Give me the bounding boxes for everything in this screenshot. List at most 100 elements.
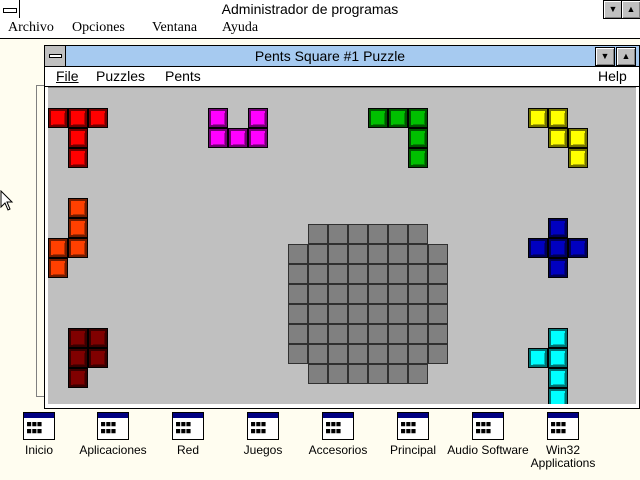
board-square[interactable] [288, 324, 308, 344]
puzzle-area[interactable] [48, 87, 636, 404]
maximize-button[interactable]: ▲ [616, 47, 636, 66]
menu-ayuda[interactable]: Ayuda [222, 20, 258, 36]
menu-file[interactable]: File [56, 68, 79, 84]
board-square[interactable] [388, 324, 408, 344]
board-square[interactable] [388, 344, 408, 364]
piece-orange-cell[interactable] [48, 238, 68, 258]
board-square[interactable] [408, 344, 428, 364]
board-square[interactable] [348, 324, 368, 344]
piece-orange-cell[interactable] [68, 198, 88, 218]
piece-cyan-cell[interactable] [548, 348, 568, 368]
board-square[interactable] [308, 224, 328, 244]
system-menu-icon[interactable] [0, 0, 20, 18]
piece-yellow-cell[interactable] [568, 128, 588, 148]
piece-blue-cell[interactable] [568, 238, 588, 258]
piece-blue-cell[interactable] [548, 218, 568, 238]
menu-pents[interactable]: Pents [165, 68, 201, 84]
board-square[interactable] [308, 364, 328, 384]
board-square[interactable] [428, 264, 448, 284]
board-square[interactable] [388, 284, 408, 304]
board-square[interactable] [368, 344, 388, 364]
system-menu-icon[interactable] [45, 46, 66, 66]
board-square[interactable] [328, 244, 348, 264]
board-square[interactable] [308, 244, 328, 264]
piece-yellow-cell[interactable] [548, 108, 568, 128]
minimize-button[interactable]: ▼ [603, 0, 623, 19]
piece-yellow-cell[interactable] [548, 128, 568, 148]
board-square[interactable] [308, 264, 328, 284]
board-square[interactable] [328, 324, 348, 344]
board-square[interactable] [328, 364, 348, 384]
piece-red-cell[interactable] [68, 128, 88, 148]
piece-cyan-cell[interactable] [548, 368, 568, 388]
board-square[interactable] [348, 364, 368, 384]
board-square[interactable] [388, 364, 408, 384]
piece-blue-cell[interactable] [548, 258, 568, 278]
board-square[interactable] [428, 324, 448, 344]
board-square[interactable] [348, 264, 368, 284]
board-square[interactable] [408, 244, 428, 264]
piece-magenta-cell[interactable] [248, 108, 268, 128]
board-square[interactable] [308, 344, 328, 364]
menu-puzzles[interactable]: Puzzles [96, 68, 145, 84]
board-square[interactable] [308, 324, 328, 344]
board-square[interactable] [428, 244, 448, 264]
program-group-win32-applications[interactable]: ■■■ ■■■ Win32 Applications [518, 412, 608, 470]
menu-ventana[interactable]: Ventana [152, 20, 197, 36]
board-square[interactable] [388, 224, 408, 244]
minimize-button[interactable]: ▼ [595, 47, 615, 66]
board-square[interactable] [328, 224, 348, 244]
piece-green-cell[interactable] [408, 148, 428, 168]
piece-cyan-cell[interactable] [528, 348, 548, 368]
piece-brown-cell[interactable] [68, 348, 88, 368]
board-square[interactable] [408, 324, 428, 344]
board-square[interactable] [308, 284, 328, 304]
piece-orange-cell[interactable] [48, 258, 68, 278]
piece-magenta-cell[interactable] [248, 128, 268, 148]
menu-archivo[interactable]: Archivo [8, 20, 54, 36]
board-square[interactable] [388, 304, 408, 324]
piece-cyan-cell[interactable] [548, 328, 568, 348]
board-square[interactable] [428, 304, 448, 324]
board-square[interactable] [368, 304, 388, 324]
piece-magenta-cell[interactable] [228, 128, 248, 148]
board-square[interactable] [328, 284, 348, 304]
pents-titlebar[interactable]: Pents Square #1 Puzzle ▼ ▲ [45, 46, 639, 67]
piece-red-cell[interactable] [68, 148, 88, 168]
board-square[interactable] [288, 244, 308, 264]
board-square[interactable] [348, 304, 368, 324]
board-square[interactable] [328, 264, 348, 284]
board-square[interactable] [368, 364, 388, 384]
menu-opciones[interactable]: Opciones [72, 20, 125, 36]
board-square[interactable] [368, 324, 388, 344]
maximize-button[interactable]: ▲ [621, 0, 640, 19]
board-square[interactable] [288, 304, 308, 324]
board-square[interactable] [348, 224, 368, 244]
board-square[interactable] [348, 344, 368, 364]
menu-help[interactable]: Help [598, 68, 627, 84]
piece-blue-cell[interactable] [548, 238, 568, 258]
board-square[interactable] [348, 284, 368, 304]
piece-green-cell[interactable] [408, 108, 428, 128]
board-square[interactable] [368, 244, 388, 264]
piece-orange-cell[interactable] [68, 218, 88, 238]
piece-green-cell[interactable] [388, 108, 408, 128]
piece-magenta-cell[interactable] [208, 128, 228, 148]
board-square[interactable] [408, 284, 428, 304]
piece-orange-cell[interactable] [68, 238, 88, 258]
piece-blue-cell[interactable] [528, 238, 548, 258]
piece-brown-cell[interactable] [88, 348, 108, 368]
board-square[interactable] [368, 224, 388, 244]
board-square[interactable] [428, 284, 448, 304]
board-square[interactable] [388, 244, 408, 264]
program-manager-titlebar[interactable]: Administrador de programas ▼ ▲ [0, 0, 640, 20]
piece-green-cell[interactable] [408, 128, 428, 148]
board-square[interactable] [388, 264, 408, 284]
board-square[interactable] [408, 224, 428, 244]
board-square[interactable] [308, 304, 328, 324]
board-square[interactable] [408, 364, 428, 384]
piece-cyan-cell[interactable] [548, 388, 568, 404]
piece-yellow-cell[interactable] [568, 148, 588, 168]
board-square[interactable] [428, 344, 448, 364]
board-square[interactable] [328, 344, 348, 364]
